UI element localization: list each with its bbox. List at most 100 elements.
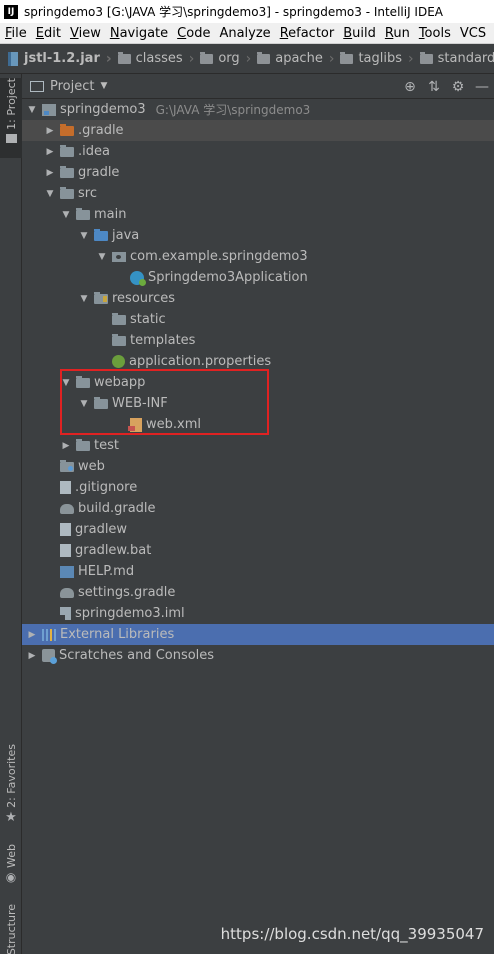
tree-node-gradlew-bat[interactable]: gradlew.bat — [22, 540, 494, 561]
breadcrumb-item-taglibs[interactable]: taglibs › — [340, 51, 419, 67]
menu-edit[interactable]: Edit — [31, 26, 65, 41]
chevron-down-icon[interactable]: ▼ — [100, 81, 107, 91]
expand-down-icon[interactable]: ▼ — [44, 189, 56, 199]
menu-code[interactable]: Code — [172, 26, 214, 41]
breadcrumb-item-apache[interactable]: apache › — [257, 51, 340, 67]
file-icon — [60, 481, 71, 494]
file-icon — [60, 544, 71, 557]
expand-down-icon[interactable]: ▼ — [60, 210, 72, 220]
tree-node-application-properties[interactable]: application.properties — [22, 351, 494, 372]
collapse-all-icon[interactable]: ⇅ — [422, 79, 446, 95]
locate-icon[interactable]: ⊕ — [398, 79, 422, 95]
tree-node-main[interactable]: ▼ main — [22, 204, 494, 225]
folder-icon — [60, 165, 74, 178]
expand-down-icon[interactable]: ▼ — [26, 105, 38, 115]
tree-node-external-libraries[interactable]: ▶ External Libraries — [22, 624, 494, 645]
folder-icon — [60, 144, 74, 157]
tree-node-iml[interactable]: springdemo3.iml — [22, 603, 494, 624]
tree-node-test[interactable]: ▶ test — [22, 435, 494, 456]
tab-structure[interactable]: Structure — [0, 904, 22, 954]
folder-orange-icon — [60, 123, 74, 136]
menu-analyze[interactable]: Analyze — [214, 26, 274, 41]
tree-node-src[interactable]: ▼ src — [22, 183, 494, 204]
folder-icon — [117, 51, 131, 64]
expand-right-icon[interactable]: ▶ — [44, 168, 56, 178]
breadcrumb-item-classes[interactable]: classes › — [117, 50, 201, 67]
window-title: springdemo3 [G:\JAVA 学习\springdemo3] - s… — [24, 5, 443, 19]
web-folder-icon — [60, 459, 74, 472]
menu-navigate[interactable]: Navigate — [105, 26, 172, 41]
project-view-selector[interactable]: Project — [50, 79, 94, 94]
chevron-right-icon: › — [328, 50, 335, 67]
folder-icon — [76, 438, 90, 451]
menu-view[interactable]: View — [65, 26, 105, 41]
tree-node-gitignore[interactable]: .gitignore — [22, 477, 494, 498]
tree-node-build-gradle[interactable]: build.gradle — [22, 498, 494, 519]
expand-down-icon[interactable]: ▼ — [60, 378, 72, 388]
breadcrumb-item-org[interactable]: org › — [200, 51, 257, 67]
tree-node-web-xml[interactable]: web.xml — [22, 414, 494, 435]
package-icon — [112, 251, 126, 262]
expand-down-icon[interactable]: ▼ — [78, 399, 90, 409]
menu-build[interactable]: Build — [338, 26, 380, 41]
breadcrumb-item-jar[interactable]: jstl-1.2.jar › — [8, 51, 118, 67]
globe-icon: ◉ — [5, 869, 17, 884]
menu-run[interactable]: Run — [380, 26, 414, 41]
gradle-icon — [60, 587, 74, 598]
tree-node-templates[interactable]: templates — [22, 330, 494, 351]
tree-node-springdemo3[interactable]: ▼ springdemo3 G:\JAVA 学习\springdemo3 — [22, 99, 494, 120]
expand-down-icon[interactable]: ▼ — [96, 252, 108, 262]
spring-class-icon — [130, 270, 146, 286]
tree-node-static[interactable]: static — [22, 309, 494, 330]
star-icon: ★ — [5, 809, 17, 825]
xml-icon — [128, 417, 142, 432]
folder-icon — [76, 375, 90, 388]
chevron-right-icon: › — [188, 50, 195, 67]
tree-node-application-class[interactable]: Springdemo3Application — [22, 267, 494, 288]
chevron-right-icon: › — [408, 50, 414, 67]
tree-node-scratches[interactable]: ▶ Scratches and Consoles — [22, 645, 494, 666]
tree-node-gradle-dir[interactable]: ▶ .gradle — [22, 120, 494, 141]
expand-down-icon[interactable]: ▼ — [78, 231, 90, 241]
folder-icon — [94, 396, 108, 409]
menu-tools[interactable]: Tools — [414, 26, 455, 41]
gradle-icon — [60, 503, 74, 514]
expand-right-icon[interactable]: ▶ — [44, 147, 56, 157]
tree-node-package[interactable]: ▼ com.example.springdemo3 — [22, 246, 494, 267]
tab-project[interactable]: 1: Project — [0, 78, 22, 158]
jar-icon — [8, 51, 18, 66]
folder-icon — [76, 207, 90, 220]
tree-node-idea[interactable]: ▶ .idea — [22, 141, 494, 162]
expand-right-icon[interactable]: ▶ — [60, 441, 72, 451]
chevron-right-icon: › — [105, 50, 112, 67]
tree-node-gradlew[interactable]: gradlew — [22, 519, 494, 540]
tree-node-java[interactable]: ▼ java — [22, 225, 494, 246]
project-view-icon — [30, 80, 44, 92]
menu-refactor[interactable]: Refactor — [275, 26, 339, 41]
tree-node-webapp[interactable]: ▼ webapp — [22, 372, 494, 393]
tree-node-resources[interactable]: ▼ resources — [22, 288, 494, 309]
folder-icon — [419, 51, 433, 64]
menu-file[interactable]: File — [0, 26, 31, 41]
breadcrumb: jstl-1.2.jar › classes › org › apache › … — [0, 44, 494, 74]
tab-web[interactable]: Web ◉ — [0, 844, 22, 890]
hide-icon[interactable]: — — [470, 79, 494, 95]
tree-node-web[interactable]: web — [22, 456, 494, 477]
left-tool-strip: 1: Project 2: Favorites ★ Web ◉ Structur… — [0, 74, 22, 954]
tab-favorites[interactable]: 2: Favorites ★ — [0, 744, 22, 834]
expand-right-icon[interactable]: ▶ — [44, 126, 56, 136]
breadcrumb-item-standard[interactable]: standard — [419, 51, 494, 66]
iml-icon — [60, 607, 71, 620]
tree-node-help-md[interactable]: HELP.md — [22, 561, 494, 582]
tree-node-web-inf[interactable]: ▼ WEB-INF — [22, 393, 494, 414]
menu-vcs[interactable]: VCS — [455, 26, 490, 41]
expand-down-icon[interactable]: ▼ — [78, 294, 90, 304]
expand-right-icon[interactable]: ▶ — [26, 651, 38, 661]
file-icon — [60, 523, 71, 536]
folder-icon — [340, 51, 354, 64]
gear-icon[interactable]: ⚙ — [446, 79, 470, 95]
tree-node-settings-gradle[interactable]: settings.gradle — [22, 582, 494, 603]
tree-node-gradle[interactable]: ▶ gradle — [22, 162, 494, 183]
expand-right-icon[interactable]: ▶ — [26, 630, 38, 640]
module-icon — [42, 103, 56, 116]
